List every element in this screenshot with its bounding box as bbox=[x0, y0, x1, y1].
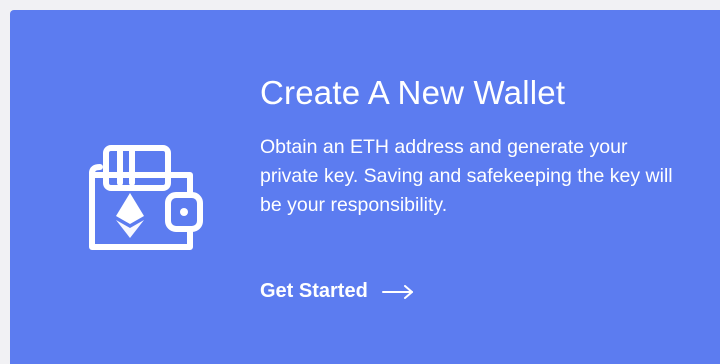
get-started-link[interactable]: Get Started bbox=[260, 280, 414, 303]
arrow-right-icon bbox=[381, 284, 413, 299]
wallet-icon bbox=[89, 145, 203, 250]
card-description: Obtain an ETH address and generate your … bbox=[260, 136, 673, 216]
ethereum-icon bbox=[116, 193, 144, 238]
create-wallet-card[interactable]: Create A New Wallet Obtain an ETH addres… bbox=[10, 10, 720, 364]
get-started-label: Get Started bbox=[260, 280, 368, 302]
card-title: Create A New Wallet bbox=[260, 74, 566, 111]
